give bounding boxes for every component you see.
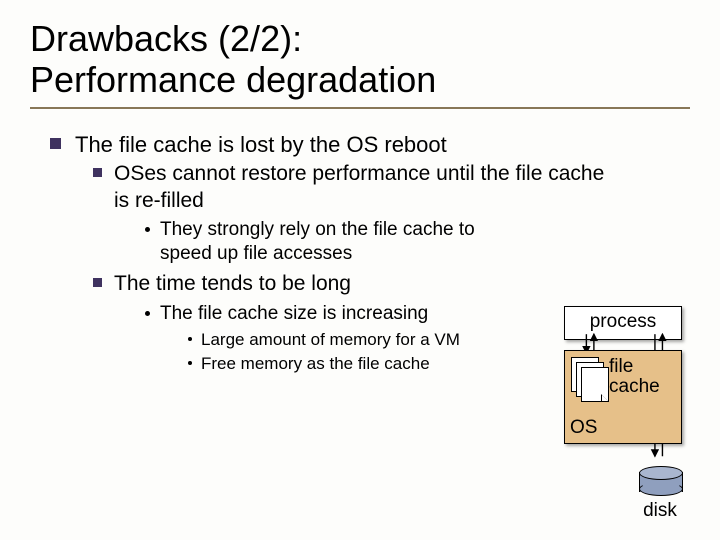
process-box: process xyxy=(564,306,682,340)
bullet-text: Large amount of memory for a VM xyxy=(201,329,460,350)
dot-bullet-icon xyxy=(145,311,150,316)
bullet-text: The time tends to be long xyxy=(114,271,351,297)
diagram: process file cache OS disk xyxy=(564,306,682,522)
bullet-l2: The time tends to be long xyxy=(93,271,690,297)
slide: Drawbacks (2/2): Performance degradation… xyxy=(0,0,720,540)
process-label: process xyxy=(590,311,657,332)
os-label: OS xyxy=(570,417,597,439)
bullet-l1: The file cache is lost by the OS reboot xyxy=(50,131,690,159)
square-bullet-icon xyxy=(93,278,102,287)
bullet-text: The file cache is lost by the OS reboot xyxy=(75,131,447,159)
bullet-text: Free memory as the file cache xyxy=(201,353,430,374)
file-cache-label: file cache xyxy=(609,357,660,397)
bullet-text: OSes cannot restore performance until th… xyxy=(114,161,614,214)
title-block: Drawbacks (2/2): Performance degradation xyxy=(30,18,690,109)
square-bullet-icon xyxy=(50,138,61,149)
square-bullet-icon xyxy=(93,168,102,177)
os-box: file cache OS xyxy=(564,350,682,444)
bullet-text: They strongly rely on the file cache to … xyxy=(160,218,510,266)
disk-icon: disk xyxy=(638,466,682,522)
disk-label: disk xyxy=(638,500,682,522)
dot-bullet-icon xyxy=(188,337,192,341)
bullet-l3: They strongly rely on the file cache to … xyxy=(145,218,690,266)
cylinder-icon xyxy=(639,466,681,496)
bullet-text: The file cache size is increasing xyxy=(160,302,428,326)
dot-bullet-icon xyxy=(188,361,192,365)
bullet-l2: OSes cannot restore performance until th… xyxy=(93,161,690,214)
slide-title: Drawbacks (2/2): Performance degradation xyxy=(30,18,690,101)
dot-bullet-icon xyxy=(145,227,150,232)
